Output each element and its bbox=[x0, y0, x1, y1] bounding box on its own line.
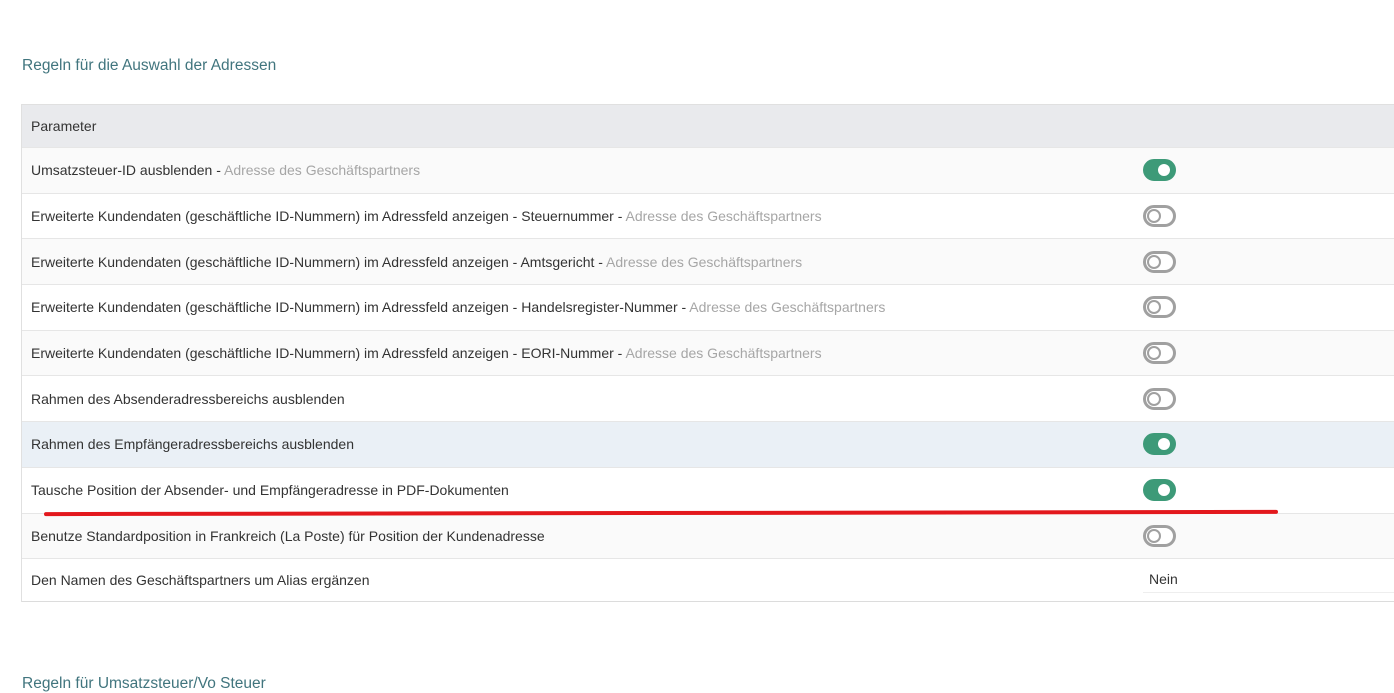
row-label: Erweiterte Kundendaten (geschäftliche ID… bbox=[31, 253, 595, 270]
table-row-trade-register: Erweiterte Kundendaten (geschäftliche ID… bbox=[22, 285, 1394, 331]
toggle-recipient-frame[interactable] bbox=[1143, 433, 1176, 456]
toggle-swap-addresses[interactable] bbox=[1143, 479, 1176, 502]
toggle-vat-id[interactable] bbox=[1143, 159, 1176, 182]
toggle-tax-number[interactable] bbox=[1143, 205, 1176, 228]
row-scope: Adresse des Geschäftspartners bbox=[625, 208, 822, 225]
table-row-sender-frame: Rahmen des Absenderadressbereichs ausble… bbox=[22, 376, 1394, 423]
alias-select-value: Nein bbox=[1149, 570, 1178, 587]
row-label: Tausche Position der Absender- und Empfä… bbox=[31, 482, 509, 499]
table-row-la-poste: Benutze Standardposition in Frankreich (… bbox=[22, 513, 1394, 560]
row-scope: Adresse des Geschäftspartners bbox=[689, 299, 886, 316]
next-section-title: Regeln für Umsatzsteuer/Vo Steuer bbox=[22, 675, 266, 692]
toggle-knob bbox=[1147, 254, 1161, 269]
row-scope: Adresse des Geschäftspartners bbox=[625, 345, 822, 362]
toggle-knob bbox=[1147, 209, 1161, 224]
row-label: Benutze Standardposition in Frankreich (… bbox=[31, 527, 545, 544]
row-scope: Adresse des Geschäftspartners bbox=[223, 162, 421, 179]
table-row-alias: Den Namen des Geschäftspartners um Alias… bbox=[22, 559, 1394, 603]
toggle-knob bbox=[1158, 164, 1170, 177]
toggle-eori[interactable] bbox=[1143, 342, 1176, 365]
table-row-court: Erweiterte Kundendaten (geschäftliche ID… bbox=[22, 239, 1394, 286]
toggle-sender-frame[interactable] bbox=[1143, 387, 1176, 410]
table-row-eori: Erweiterte Kundendaten (geschäftliche ID… bbox=[22, 330, 1394, 377]
table-row-swap-addresses: Tausche Position der Absender- und Empfä… bbox=[22, 467, 1394, 514]
row-separator: - bbox=[613, 208, 626, 225]
row-scope: Adresse des Geschäftspartners bbox=[606, 253, 803, 270]
row-label: Rahmen des Empfängeradressbereichs ausbl… bbox=[31, 436, 354, 453]
row-label: Umsatzsteuer-ID ausblenden bbox=[31, 162, 213, 179]
row-separator: - bbox=[594, 253, 607, 270]
toggle-la-poste[interactable] bbox=[1143, 524, 1176, 547]
row-separator: - bbox=[613, 345, 626, 362]
section-title: Regeln für die Auswahl der Adressen bbox=[22, 57, 277, 74]
parameter-table: Parameter Umsatzsteuer-ID ausblenden - A… bbox=[21, 104, 1394, 603]
row-label: Den Namen des Geschäftspartners um Alias… bbox=[31, 572, 370, 589]
row-label: Rahmen des Absenderadressbereichs ausble… bbox=[31, 390, 345, 407]
row-label: Erweiterte Kundendaten (geschäftliche ID… bbox=[31, 345, 614, 362]
row-separator: - bbox=[677, 299, 690, 316]
header-parameter: Parameter bbox=[31, 118, 97, 134]
row-label: Erweiterte Kundendaten (geschäftliche ID… bbox=[31, 299, 678, 316]
table-row-vat-id: Umsatzsteuer-ID ausblenden - Adresse des… bbox=[22, 148, 1394, 194]
toggle-knob bbox=[1147, 391, 1161, 406]
table-row-tax-number: Erweiterte Kundendaten (geschäftliche ID… bbox=[22, 193, 1394, 240]
toggle-trade-register[interactable] bbox=[1143, 296, 1176, 319]
alias-select[interactable]: Nein bbox=[1143, 565, 1394, 594]
toggle-knob bbox=[1147, 528, 1161, 543]
table-row-recipient-frame: Rahmen des Empfängeradressbereichs ausbl… bbox=[22, 422, 1394, 468]
row-separator: - bbox=[212, 162, 224, 179]
toggle-court[interactable] bbox=[1143, 250, 1176, 273]
toggle-knob bbox=[1147, 300, 1161, 315]
toggle-knob bbox=[1147, 346, 1161, 361]
toggle-knob bbox=[1158, 484, 1170, 497]
row-label: Erweiterte Kundendaten (geschäftliche ID… bbox=[31, 208, 614, 225]
toggle-knob bbox=[1158, 438, 1170, 451]
table-header: Parameter bbox=[22, 105, 1394, 148]
